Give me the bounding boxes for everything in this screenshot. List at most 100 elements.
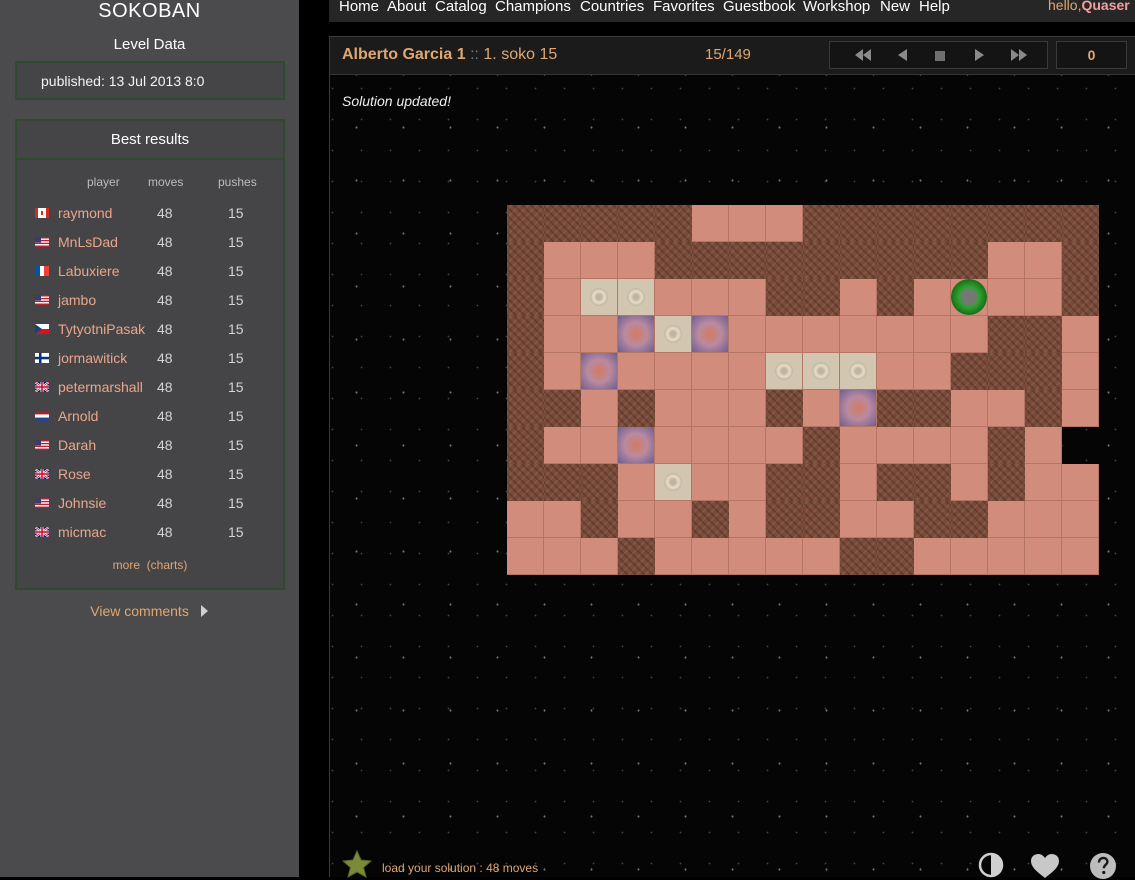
wall-tile [507, 353, 544, 390]
wall-tile [1025, 316, 1062, 353]
nav-about[interactable]: About [387, 0, 426, 15]
level-counter: 15/149 [705, 46, 751, 63]
contrast-icon[interactable] [978, 852, 1004, 878]
wall-tile [507, 427, 544, 464]
result-row: petermarshall 48 15 [17, 379, 283, 408]
wall-tile [581, 464, 618, 501]
wall-tile [877, 279, 914, 316]
player-name[interactable]: TytyotniPasak [58, 321, 145, 337]
next-icon[interactable] [975, 49, 984, 61]
level-author[interactable]: Alberto Garcia 1 [342, 46, 466, 63]
floor-tile [766, 538, 803, 575]
floor-tile [581, 242, 618, 279]
result-row: Labuxiere 48 15 [17, 263, 283, 292]
floor-tile [1062, 390, 1099, 427]
wall-tile [877, 242, 914, 279]
wall-tile [766, 501, 803, 538]
wall-tile [877, 390, 914, 427]
player[interactable] [951, 279, 988, 316]
floor-tile [655, 353, 692, 390]
moves-value: 48 [157, 408, 173, 424]
nav-guestbook[interactable]: Guestbook [723, 0, 796, 15]
wall-tile [914, 501, 951, 538]
pushes-value: 15 [228, 466, 244, 482]
floor-tile [729, 353, 766, 390]
wall-tile [1062, 242, 1099, 279]
floor-tile [951, 538, 988, 575]
usa-flag-icon [35, 295, 49, 305]
floor-tile [840, 464, 877, 501]
player-name[interactable]: micmac [58, 524, 106, 540]
player-name[interactable]: jormawitick [58, 350, 127, 366]
player-name[interactable]: petermarshall [58, 379, 143, 395]
last-icon[interactable] [1011, 49, 1027, 61]
floor-tile [692, 353, 729, 390]
first-icon[interactable] [855, 49, 871, 61]
help-icon[interactable] [1089, 852, 1117, 880]
floor-tile [692, 390, 729, 427]
floor-tile [766, 316, 803, 353]
nav-new[interactable]: New [880, 0, 910, 15]
floor-tile [988, 501, 1025, 538]
nav-workshop[interactable]: Workshop [803, 0, 870, 15]
charts-link[interactable]: (charts) [147, 558, 188, 572]
floor-tile [618, 501, 655, 538]
moves-value: 48 [157, 524, 173, 540]
wall-tile [803, 464, 840, 501]
moves-value: 48 [157, 205, 173, 221]
wall-tile [766, 242, 803, 279]
player-name[interactable]: Rose [58, 466, 91, 482]
pushes-value: 15 [228, 292, 244, 308]
nav-favorites[interactable]: Favorites [653, 0, 715, 15]
user-greeting[interactable]: hello,Quaser [1048, 0, 1130, 13]
prev-icon[interactable] [898, 49, 907, 61]
floor-tile [729, 205, 766, 242]
nav-champions[interactable]: Champions [495, 0, 571, 15]
goal-tile [618, 279, 655, 316]
player-name[interactable]: Arnold [58, 408, 98, 424]
floor-tile [692, 279, 729, 316]
wall-tile [1062, 279, 1099, 316]
czech-flag-icon [35, 324, 49, 334]
goal-tile [581, 279, 618, 316]
heart-icon[interactable] [1030, 853, 1060, 879]
user-name: Quaser [1081, 0, 1130, 13]
load-solution-link[interactable]: load your solution : 48 moves [382, 861, 538, 875]
floor-tile [692, 464, 729, 501]
wall-tile [877, 205, 914, 242]
moves-value: 48 [157, 495, 173, 511]
view-comments-link[interactable]: View comments [0, 603, 299, 619]
player-name[interactable]: Darah [58, 437, 96, 453]
result-row: jambo 48 15 [17, 292, 283, 321]
pushes-value: 15 [228, 350, 244, 366]
more-links: more (charts) [17, 558, 283, 572]
moves-value: 48 [157, 379, 173, 395]
wall-tile [1025, 205, 1062, 242]
floor-tile [1062, 464, 1099, 501]
wall-tile [988, 464, 1025, 501]
player-name[interactable]: Johnsie [58, 495, 106, 511]
wall-tile [507, 242, 544, 279]
floor-tile [729, 316, 766, 353]
stop-icon[interactable] [935, 50, 945, 62]
view-comments-label: View comments [90, 603, 189, 619]
more-link[interactable]: more [113, 558, 140, 572]
player-name[interactable]: jambo [58, 292, 96, 308]
star-icon[interactable] [342, 850, 372, 878]
player-name[interactable]: MnLsDad [58, 234, 118, 250]
floor-tile [729, 464, 766, 501]
floor-tile [544, 538, 581, 575]
nav-catalog[interactable]: Catalog [435, 0, 487, 15]
player-name[interactable]: raymond [58, 205, 112, 221]
floor-tile [1025, 242, 1062, 279]
nav-help[interactable]: Help [919, 0, 950, 15]
level-data-heading: Level Data [113, 36, 186, 53]
nav-home[interactable]: Home [339, 0, 379, 15]
goal-tile [840, 353, 877, 390]
nav-countries[interactable]: Countries [580, 0, 644, 15]
floor-tile [951, 316, 988, 353]
player-name[interactable]: Labuxiere [58, 263, 120, 279]
wall-tile [1062, 205, 1099, 242]
wall-tile [692, 242, 729, 279]
wall-tile [618, 205, 655, 242]
